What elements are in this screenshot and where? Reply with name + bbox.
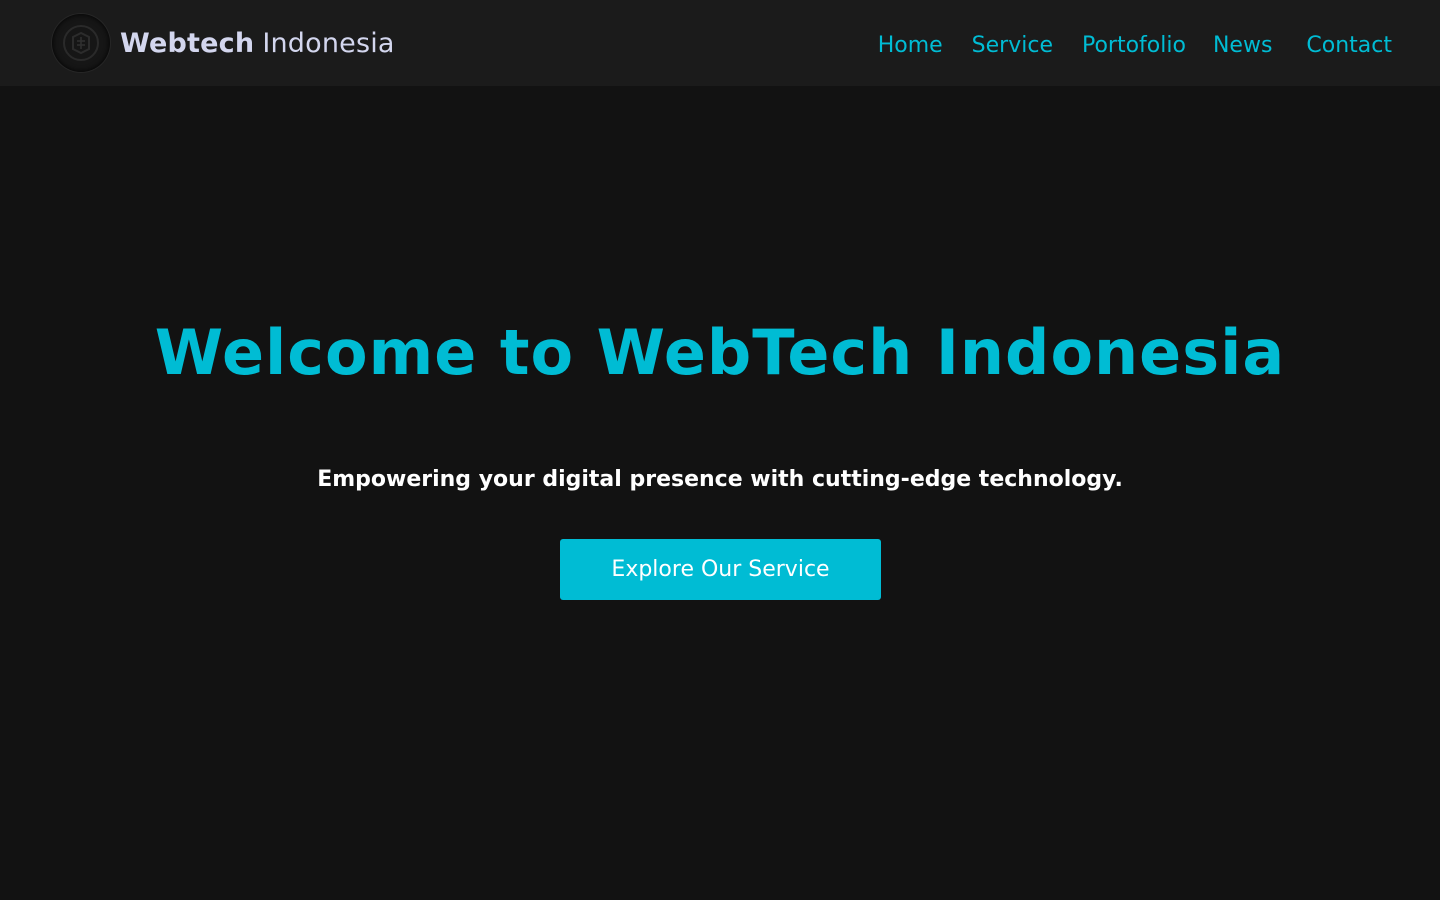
brand-name-light: Indonesia <box>262 27 395 59</box>
brand-name-bold: Webtech <box>120 27 255 59</box>
nav-news-link[interactable]: News <box>1213 33 1272 58</box>
explore-service-button[interactable]: Explore Our Service <box>560 539 881 600</box>
nav-portofolio-link[interactable]: Portofolio <box>1082 33 1186 58</box>
circuit-logo-icon <box>52 14 110 72</box>
brand-name: Webtech Indonesia <box>120 28 395 59</box>
nav-service-link[interactable]: Service <box>972 33 1053 58</box>
hero-subtitle: Empowering your digital presence with cu… <box>317 467 1123 492</box>
hero-section: Welcome to WebTech Indonesia Empowering … <box>0 86 1440 900</box>
main-nav: Home Service Portofolio News Contact <box>878 33 1392 58</box>
nav-home-link[interactable]: Home <box>878 33 943 58</box>
navbar: Webtech Indonesia Home Service Portofolio… <box>0 0 1440 86</box>
nav-contact-link[interactable]: Contact <box>1306 33 1392 58</box>
hero-title: Welcome to WebTech Indonesia <box>154 316 1286 389</box>
brand-home-link[interactable]: Webtech Indonesia <box>52 14 395 72</box>
